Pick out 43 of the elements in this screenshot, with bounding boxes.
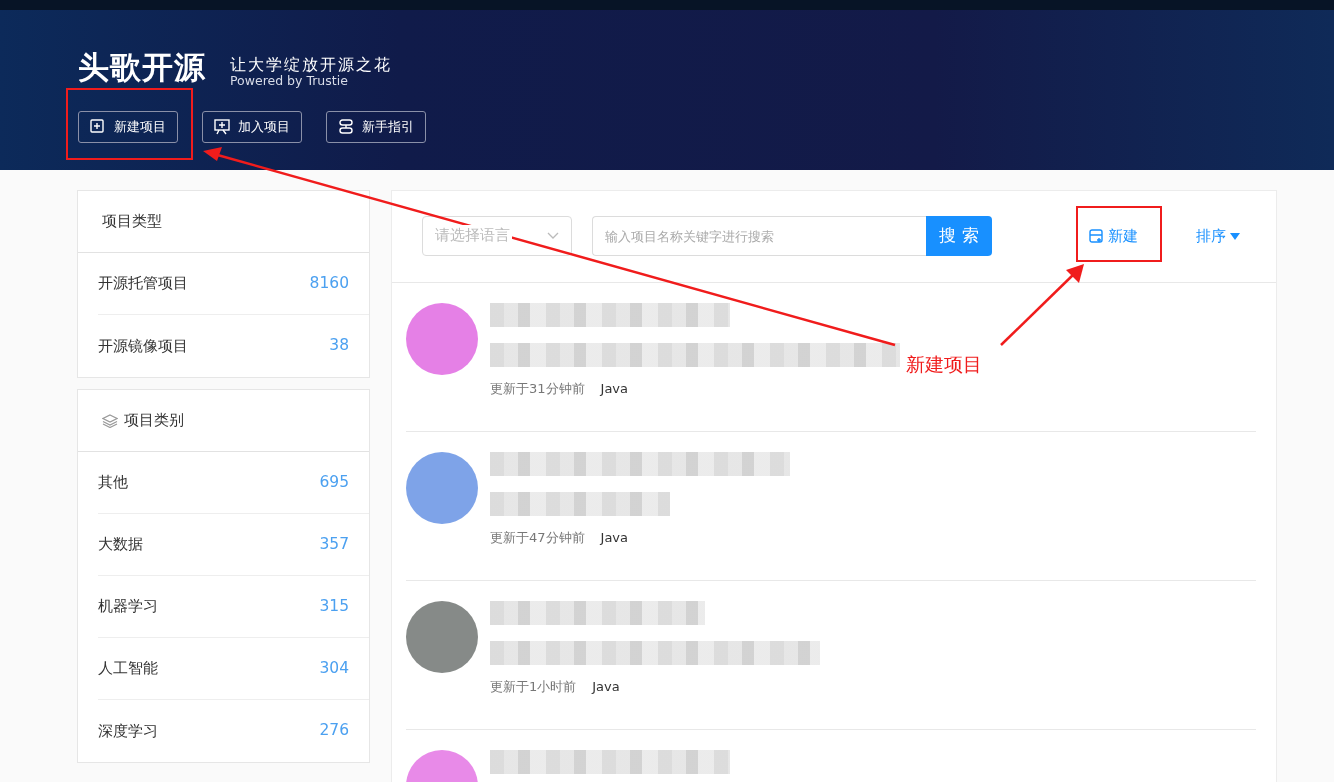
sidebar-item[interactable]: 人工智能 304 xyxy=(98,638,369,700)
slogan-text: 让大学绽放开源之花 xyxy=(230,56,392,74)
item-count: 315 xyxy=(319,595,349,617)
item-count: 695 xyxy=(319,471,349,493)
language-label: Java xyxy=(600,529,628,547)
caret-down-icon xyxy=(1230,232,1240,240)
item-count: 357 xyxy=(319,533,349,555)
search-field[interactable]: 输入项目名称关键字进行搜索 xyxy=(592,216,926,256)
language-label: Java xyxy=(592,678,620,696)
item-count: 38 xyxy=(329,335,349,357)
category-label: 人工智能 xyxy=(98,658,158,680)
updated-time: 更新于1小时前 xyxy=(490,678,577,696)
layers-icon xyxy=(102,413,118,428)
powered-by-text: Powered by Trustie xyxy=(230,73,349,88)
sidebar-item[interactable]: 开源托管项目 8160 xyxy=(98,253,369,315)
sidebar-item[interactable]: 深度学习 276 xyxy=(98,700,369,762)
plus-icon xyxy=(90,119,106,136)
updated-time: 更新于31分钟前 xyxy=(490,380,585,398)
category-label: 机器学习 xyxy=(98,596,158,618)
header-button[interactable]: 新手指引 xyxy=(326,111,426,143)
header-button[interactable]: 加入项目 xyxy=(202,111,302,143)
annotation-label: 新建项目 xyxy=(906,352,982,377)
category-label: 开源镜像项目 xyxy=(98,335,188,357)
new-file-icon xyxy=(1089,228,1104,244)
category-label: 开源托管项目 xyxy=(98,273,188,295)
header-button[interactable]: 新建项目 xyxy=(78,111,178,143)
category-label: 深度学习 xyxy=(98,720,158,742)
sidebar-item[interactable]: 机器学习 315 xyxy=(98,576,369,638)
item-count: 276 xyxy=(319,720,349,742)
logo-text: 头歌开源 xyxy=(78,52,206,83)
item-count: 304 xyxy=(319,657,349,679)
category-label: 其他 xyxy=(98,472,128,494)
signpost-icon xyxy=(338,119,354,136)
section-title: 项目类型 xyxy=(102,211,162,233)
updated-time: 更新于47分钟前 xyxy=(490,529,585,547)
sidebar-item[interactable]: 其他 695 xyxy=(98,452,369,514)
item-count: 8160 xyxy=(309,272,349,294)
sidebar-item[interactable]: 大数据 357 xyxy=(98,514,369,576)
language-label: Java xyxy=(600,380,628,398)
chevron-down-icon xyxy=(547,232,559,240)
section-title: 项目类别 xyxy=(124,410,184,432)
sidebar-item[interactable]: 开源镜像项目 38 xyxy=(98,315,369,377)
category-label: 大数据 xyxy=(98,534,143,556)
